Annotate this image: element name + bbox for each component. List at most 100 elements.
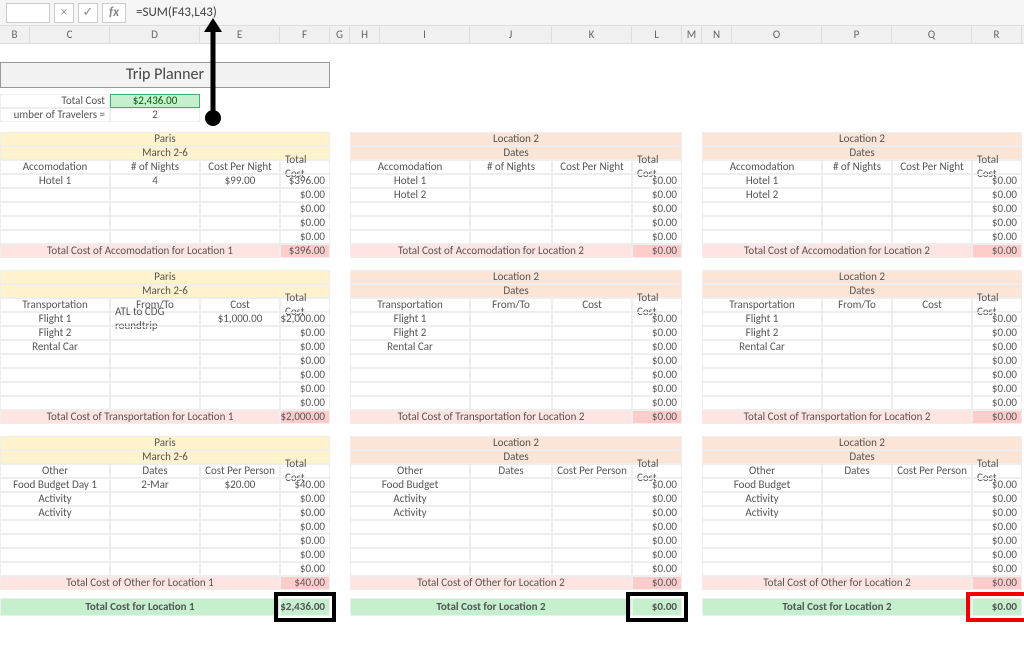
row[interactable]: $0.00 — [280, 202, 330, 216]
formula-input[interactable]: =SUM(F43,L43) — [130, 5, 1024, 20]
total-cost-label[interactable]: Total Cost — [0, 94, 110, 108]
row[interactable] — [470, 478, 552, 492]
row[interactable] — [552, 562, 632, 576]
row[interactable] — [350, 562, 470, 576]
hdr[interactable]: Dates — [110, 464, 200, 478]
row[interactable]: $0.00 — [280, 340, 330, 354]
subtotal-label[interactable]: Total Cost of Accomodation for Location … — [702, 244, 972, 258]
hdr[interactable]: Cost Per Person — [552, 464, 632, 478]
subtotal-value[interactable]: $0.00 — [972, 244, 1022, 258]
row[interactable] — [552, 312, 632, 326]
row[interactable] — [552, 354, 632, 368]
col-header-D[interactable]: D — [110, 26, 200, 43]
row[interactable] — [0, 548, 110, 562]
row[interactable]: $0.00 — [972, 230, 1022, 244]
hdr[interactable]: Cost — [892, 298, 972, 312]
hdr[interactable]: Cost Per Person — [892, 464, 972, 478]
row[interactable] — [110, 520, 200, 534]
row[interactable] — [552, 506, 632, 520]
row[interactable]: $0.00 — [632, 382, 682, 396]
col-header-I[interactable]: I — [380, 26, 470, 43]
row[interactable] — [350, 396, 470, 410]
hdr[interactable]: Accomodation — [0, 160, 110, 174]
row[interactable] — [552, 340, 632, 354]
subtotal-value[interactable]: $0.00 — [972, 410, 1022, 424]
row[interactable] — [110, 492, 200, 506]
block-dates[interactable]: Dates — [350, 284, 682, 298]
row[interactable]: $0.00 — [280, 216, 330, 230]
row[interactable] — [470, 562, 552, 576]
block-dates[interactable]: Dates — [350, 450, 682, 464]
row[interactable] — [110, 354, 200, 368]
subtotal-value[interactable]: $0.00 — [632, 244, 682, 258]
row[interactable]: Activity — [702, 492, 822, 506]
row[interactable] — [0, 396, 110, 410]
row[interactable] — [470, 368, 552, 382]
row[interactable] — [552, 230, 632, 244]
hdr[interactable]: Total Cost — [972, 464, 1022, 478]
row[interactable] — [892, 534, 972, 548]
row[interactable] — [892, 562, 972, 576]
total-label-0[interactable]: Total Cost for Location 1 — [0, 598, 280, 616]
hdr[interactable]: Cost — [552, 298, 632, 312]
block-dates[interactable]: March 2-6 — [0, 284, 330, 298]
row[interactable]: $0.00 — [972, 382, 1022, 396]
row[interactable] — [892, 174, 972, 188]
row[interactable] — [0, 202, 110, 216]
hdr[interactable]: From/To — [470, 298, 552, 312]
row[interactable]: $0.00 — [280, 368, 330, 382]
row[interactable] — [552, 326, 632, 340]
row[interactable]: $0.00 — [280, 548, 330, 562]
row[interactable]: Activity — [0, 492, 110, 506]
row[interactable]: $0.00 — [280, 562, 330, 576]
row[interactable] — [892, 520, 972, 534]
hdr[interactable]: Transportation — [702, 298, 822, 312]
row[interactable]: ATL to CDG roundtrip — [110, 312, 200, 326]
row[interactable] — [822, 202, 892, 216]
hdr[interactable]: Total Cost — [280, 464, 330, 478]
row[interactable] — [822, 534, 892, 548]
col-header-O[interactable]: O — [732, 26, 822, 43]
col-header-K[interactable]: K — [552, 26, 632, 43]
row[interactable] — [702, 562, 822, 576]
subtotal-label[interactable]: Total Cost of Other for Location 1 — [0, 576, 280, 590]
row[interactable]: Flight 2 — [702, 326, 822, 340]
row[interactable]: $0.00 — [972, 534, 1022, 548]
hdr[interactable]: Accomodation — [702, 160, 822, 174]
block-dates[interactable]: Dates — [702, 450, 1022, 464]
row[interactable]: $0.00 — [972, 506, 1022, 520]
row[interactable]: $0.00 — [972, 562, 1022, 576]
row[interactable] — [892, 312, 972, 326]
subtotal-value[interactable]: $2,000.00 — [280, 410, 330, 424]
row[interactable]: $0.00 — [972, 202, 1022, 216]
row[interactable] — [0, 188, 110, 202]
col-header-C[interactable]: C — [30, 26, 110, 43]
row[interactable] — [822, 188, 892, 202]
row[interactable] — [822, 492, 892, 506]
row[interactable] — [892, 230, 972, 244]
row[interactable] — [200, 548, 280, 562]
row[interactable] — [822, 520, 892, 534]
row[interactable]: $0.00 — [632, 230, 682, 244]
hdr[interactable]: Total Cost — [280, 160, 330, 174]
row[interactable] — [200, 506, 280, 520]
row[interactable]: $0.00 — [632, 354, 682, 368]
row[interactable]: $0.00 — [972, 340, 1022, 354]
hdr[interactable]: # of Nights — [822, 160, 892, 174]
row[interactable]: $0.00 — [632, 174, 682, 188]
row[interactable] — [702, 230, 822, 244]
row[interactable] — [110, 506, 200, 520]
row[interactable]: $0.00 — [972, 548, 1022, 562]
row[interactable] — [702, 202, 822, 216]
row[interactable]: $0.00 — [280, 520, 330, 534]
row[interactable]: Activity — [702, 506, 822, 520]
row[interactable]: 2-Mar — [110, 478, 200, 492]
row[interactable] — [892, 396, 972, 410]
row[interactable] — [892, 326, 972, 340]
col-header-Q[interactable]: Q — [892, 26, 972, 43]
row[interactable] — [200, 216, 280, 230]
row[interactable]: $0.00 — [972, 478, 1022, 492]
row[interactable] — [200, 202, 280, 216]
row[interactable] — [552, 396, 632, 410]
block-dates[interactable]: March 2-6 — [0, 450, 330, 464]
